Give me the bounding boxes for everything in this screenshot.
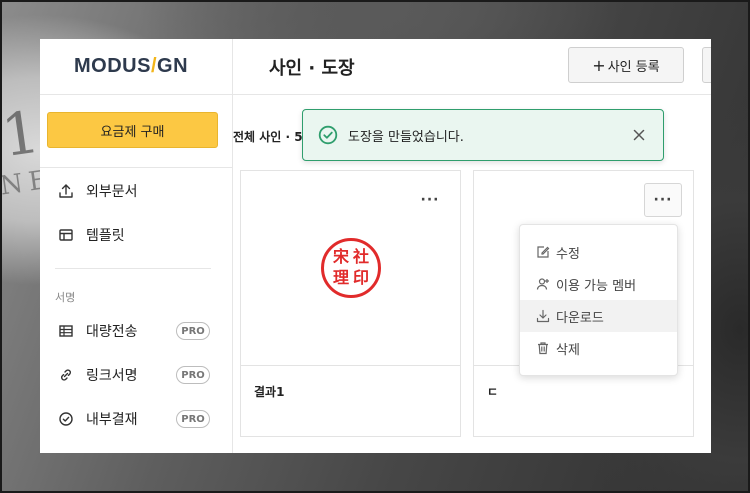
sign-thumbnail: ··· 宋 社 理 印 — [241, 171, 460, 366]
sidebar-item-label: 외부문서 — [86, 184, 138, 200]
trash-icon — [536, 341, 550, 355]
page-title: 사인 · 도장 — [269, 58, 355, 79]
divider — [40, 167, 233, 168]
stamp-char: 宋 — [332, 247, 349, 266]
header-extra-button[interactable] — [702, 47, 711, 83]
divider — [55, 268, 211, 269]
more-options-button[interactable]: ··· — [411, 183, 449, 217]
sidebar-item-link-sign[interactable]: 링크서명 PRO — [40, 357, 233, 393]
stamp-char: 社 — [352, 247, 369, 266]
template-icon — [58, 227, 74, 243]
link-icon — [58, 367, 74, 383]
context-menu: 수정 이용 가능 멤버 다운로드 삭제 — [519, 224, 678, 376]
menu-item-download[interactable]: 다운로드 — [520, 300, 677, 332]
plan-purchase-button[interactable]: 요금제 구매 — [47, 112, 218, 148]
table-icon — [58, 323, 74, 339]
menu-item-label: 수정 — [556, 246, 580, 262]
logo-text-left: MODUS — [74, 55, 151, 77]
logo-text-right: GN — [157, 55, 189, 77]
sidebar-item-internal-approval[interactable]: 내부결재 PRO — [40, 401, 233, 437]
check-circle-icon — [318, 125, 338, 145]
sidebar-item-label: 템플릿 — [86, 228, 125, 244]
sidebar-item-label: 대량전송 — [86, 324, 138, 340]
menu-item-members[interactable]: 이용 가능 멤버 — [520, 268, 677, 300]
sidebar-item-external-docs[interactable]: 외부문서 — [40, 173, 233, 209]
sign-card[interactable]: ··· 宋 社 理 印 결과1 — [240, 170, 461, 437]
check-circle-icon — [58, 411, 74, 427]
success-toast: 도장을 만들었습니다. — [302, 109, 664, 161]
more-options-button[interactable]: ··· — [644, 183, 682, 217]
pro-badge: PRO — [176, 322, 210, 340]
sidebar-item-templates[interactable]: 템플릿 — [40, 217, 233, 253]
upload-icon — [58, 183, 74, 199]
sidebar-item-bulk-send[interactable]: 대량전송 PRO — [40, 313, 233, 349]
pro-badge: PRO — [176, 410, 210, 428]
logo[interactable]: MODUS/GN — [74, 55, 188, 78]
logo-area: MODUS/GN — [40, 39, 232, 95]
section-label-sign: 서명 — [55, 291, 76, 304]
sidebar: MODUS/GN 요금제 구매 외부문서 템플릿 서명 대량전송 PRO 링크서… — [40, 39, 233, 453]
download-icon — [536, 309, 550, 323]
plus-icon: + — [592, 55, 606, 75]
register-sign-button[interactable]: + 사인 등록 — [568, 47, 684, 83]
sidebar-item-label: 내부결재 — [86, 412, 138, 428]
stamp-char: 理 — [332, 268, 349, 287]
menu-item-label: 삭제 — [556, 342, 580, 358]
menu-item-edit[interactable]: 수정 — [520, 236, 677, 268]
close-icon[interactable] — [629, 125, 649, 145]
edit-icon — [536, 245, 550, 259]
sign-card-name: ㄷ — [487, 385, 499, 399]
menu-item-label: 다운로드 — [556, 310, 604, 326]
seal-stamp-image: 宋 社 理 印 — [321, 238, 381, 298]
sidebar-item-label: 링크서명 — [86, 368, 138, 384]
add-member-icon — [536, 277, 550, 291]
register-sign-label: 사인 등록 — [607, 59, 660, 75]
filter-label: 전체 사인 · 5 — [233, 130, 303, 144]
pro-badge: PRO — [176, 366, 210, 384]
sign-card-name: 결과1 — [254, 385, 285, 399]
stamp-char: 印 — [352, 268, 369, 287]
menu-item-delete[interactable]: 삭제 — [520, 332, 677, 364]
app-window: MODUS/GN 요금제 구매 외부문서 템플릿 서명 대량전송 PRO 링크서… — [40, 39, 711, 453]
header: 사인 · 도장 + 사인 등록 — [233, 39, 711, 95]
menu-item-label: 이용 가능 멤버 — [556, 278, 637, 294]
toast-message: 도장을 만들었습니다. — [348, 129, 464, 145]
